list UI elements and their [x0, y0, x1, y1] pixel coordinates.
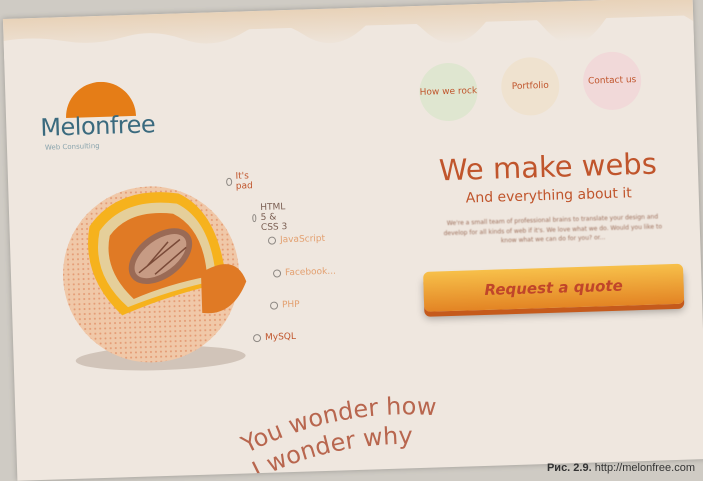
logo-tagline: Web Consulting: [44, 141, 100, 152]
tech-item[interactable]: MySQL: [252, 332, 296, 343]
melon-illustration: [63, 186, 247, 363]
bullet-dot-icon: [226, 177, 232, 187]
nav-portfolio[interactable]: Portfolio: [500, 56, 561, 117]
tech-item[interactable]: Facebook...: [272, 267, 336, 279]
tech-item[interactable]: JavaScript: [267, 234, 325, 246]
site-logo[interactable]: Melonfree Web Consulting: [39, 79, 191, 154]
hero-title: We make webs: [438, 146, 658, 188]
bullet-dot-icon: [272, 269, 282, 278]
tech-item[interactable]: It's pad: [226, 171, 256, 192]
figure-number: Рис. 2.9.: [546, 462, 592, 474]
logo-name: Melonfree: [39, 110, 156, 142]
hero-subtitle: And everything about it: [465, 185, 632, 207]
tech-item[interactable]: PHP: [269, 300, 300, 311]
torn-paper-header: [2, 0, 694, 61]
bullet-dot-icon: [252, 214, 257, 223]
bullet-dot-icon: [252, 334, 262, 343]
figure-caption: Рис. 2.9. http://melonfree.com: [547, 462, 695, 474]
tech-item[interactable]: HTML 5 & CSS 3: [252, 202, 290, 233]
request-quote-button[interactable]: Request a quote: [423, 263, 685, 312]
nav-contact-us[interactable]: Contact us: [582, 50, 643, 111]
website-page: Melonfree Web Consulting How we rock Por…: [2, 0, 703, 481]
curved-ribbon-text: You wonder how I wonder why: [235, 391, 439, 481]
figure-url: http://melonfree.com: [594, 462, 695, 474]
nav-how-we-rock[interactable]: How we rock: [418, 62, 479, 122]
bullet-dot-icon: [269, 301, 279, 310]
hero-blurb: We're a small team of professional brain…: [443, 213, 663, 245]
bullet-dot-icon: [267, 236, 277, 245]
